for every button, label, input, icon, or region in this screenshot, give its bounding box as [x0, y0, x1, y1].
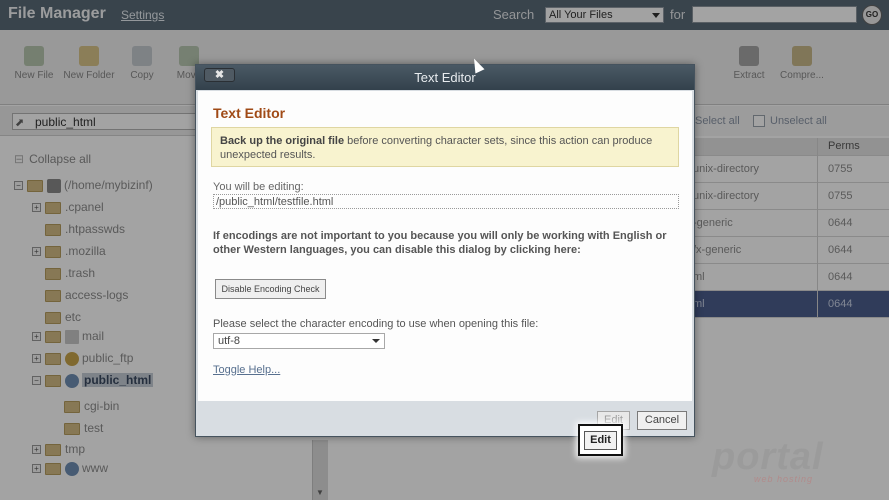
cancel-button[interactable]: Cancel — [637, 411, 687, 430]
watermark-tagline: web hosting — [754, 474, 814, 484]
dialog-heading: Text Editor — [213, 105, 286, 121]
toggle-help-link[interactable]: Toggle Help... — [213, 364, 280, 376]
dialog-title: Text Editor — [414, 70, 476, 85]
watermark-logo: portal — [712, 436, 824, 478]
warning-box: Back up the original file before convert… — [211, 127, 679, 167]
edit-button-highlighted[interactable]: Edit — [584, 431, 617, 450]
chevron-down-icon — [372, 339, 380, 343]
encoding-note: If encodings are not important to you be… — [213, 230, 667, 256]
encoding-select-label: Please select the character encoding to … — [213, 318, 539, 330]
encoding-value: utf-8 — [218, 335, 241, 347]
editing-path: /public_html/testfile.html — [213, 194, 679, 209]
text-editor-dialog: ✖ Text Editor Text Editor Back up the or… — [195, 64, 695, 437]
editing-label: You will be editing: — [213, 181, 304, 193]
dialog-body: Text Editor Back up the original file be… — [198, 91, 692, 401]
disable-encoding-check-button[interactable]: Disable Encoding Check — [215, 279, 326, 299]
encoding-select[interactable]: utf-8 — [213, 333, 385, 349]
warning-bold: Back up the original file — [220, 135, 345, 147]
